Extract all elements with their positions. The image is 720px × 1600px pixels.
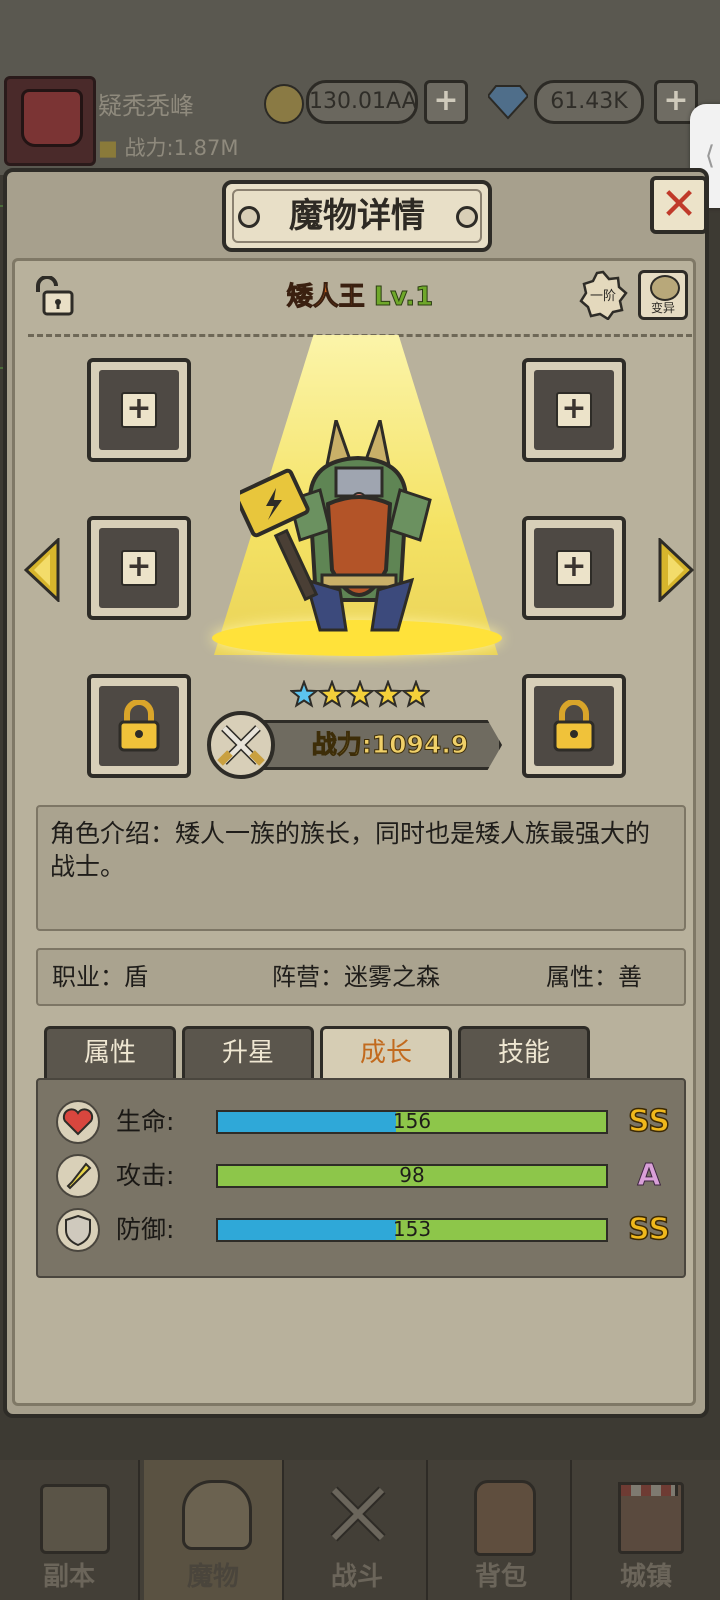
stat-value-atk: 98 — [399, 1163, 425, 1187]
avatar-portrait — [21, 89, 83, 147]
hero-power: 战力:1094.9 — [311, 730, 469, 760]
tab-attributes[interactable]: 属性 — [44, 1026, 176, 1078]
add-icon: + — [556, 392, 592, 428]
hero-info-row: 职业：盾 阵营：迷雾之森 属性：善 — [36, 948, 686, 1006]
star-icon — [344, 680, 376, 708]
tab-skills[interactable]: 技能 — [458, 1026, 590, 1078]
nav-label: 魔物 — [186, 1562, 239, 1592]
nav-backpack[interactable]: 背包 — [432, 1460, 572, 1600]
star-special-icon — [290, 680, 320, 708]
sword-icon — [56, 1154, 100, 1198]
nav-label: 背包 — [474, 1562, 527, 1592]
nav-monsters[interactable]: 魔物 — [144, 1460, 284, 1600]
dwarf-king-portrait — [240, 420, 432, 632]
hero-name: 矮人王 — [286, 282, 365, 313]
gem-icon — [488, 85, 528, 120]
horned-helmet-icon — [182, 1480, 252, 1550]
chevron-left-icon: ⟨ — [704, 141, 716, 171]
gold-coin-icon — [264, 84, 304, 124]
star-icon — [372, 680, 404, 708]
padlock-icon — [553, 700, 595, 752]
panel-title: 魔物详情 — [289, 196, 425, 236]
stat-grade-def: SS — [627, 1211, 670, 1248]
gem-amount: 61.43K — [534, 80, 644, 124]
shield-icon — [56, 1208, 100, 1252]
add-icon: + — [121, 392, 157, 428]
tab-growth[interactable]: 成长 — [320, 1026, 452, 1078]
hero-name-level: 矮人王 Lv.1 — [250, 276, 470, 316]
tier-badge[interactable]: 一阶 — [578, 270, 628, 321]
player-name: 疑秃秃峰 — [98, 92, 194, 120]
stat-grade-hp: SS — [627, 1103, 670, 1140]
add-gold-button[interactable]: + — [424, 80, 468, 124]
star-rating — [290, 680, 430, 708]
equip-slot-locked-1[interactable] — [87, 674, 191, 778]
padlock-icon — [118, 700, 160, 752]
star-icon — [400, 680, 430, 708]
nav-label: 城镇 — [619, 1562, 672, 1592]
unlock-icon[interactable] — [30, 276, 76, 316]
equip-slot-1[interactable]: + — [87, 358, 191, 462]
hero-faction: 阵营：迷雾之森 — [272, 963, 440, 991]
skull-icon — [650, 275, 680, 301]
equip-slot-3[interactable]: + — [87, 516, 191, 620]
screw-icon — [238, 206, 260, 228]
add-icon: + — [556, 550, 592, 586]
close-button[interactable]: ✕ — [650, 176, 708, 234]
stat-label-atk: 攻击: — [116, 1161, 175, 1190]
crossed-swords-icon — [207, 711, 275, 779]
nav-label: 战斗 — [330, 1562, 383, 1592]
crossed-swords-icon — [330, 1486, 386, 1542]
hero-level: Lv.1 — [373, 282, 434, 313]
hero-description: 角色介绍：矮人一族的族长，同时也是矮人族最强大的战士。 — [36, 805, 686, 931]
stat-label-def: 防御: — [116, 1215, 175, 1244]
next-arrow-icon[interactable] — [658, 538, 694, 602]
tab-star-up[interactable]: 升星 — [182, 1026, 314, 1078]
star-icon — [316, 680, 348, 708]
panel-title-plate: 魔物详情 — [222, 180, 492, 252]
awning-icon — [618, 1482, 678, 1496]
player-avatar[interactable] — [4, 76, 96, 166]
equip-slot-4[interactable]: + — [522, 516, 626, 620]
tier-label: 一阶 — [589, 289, 616, 304]
stat-value-def: 153 — [392, 1217, 432, 1241]
close-icon: ✕ — [660, 179, 698, 230]
stat-label-hp: 生命: — [116, 1107, 175, 1136]
screw-icon — [456, 206, 478, 228]
nav-label: 副本 — [42, 1562, 95, 1592]
map-scroll-icon — [40, 1484, 110, 1554]
mutate-button[interactable]: 变异 — [638, 270, 688, 320]
equip-slot-locked-2[interactable] — [522, 674, 626, 778]
mutate-label: 变异 — [650, 301, 675, 315]
stat-grade-atk: A — [637, 1158, 661, 1194]
equip-slot-2[interactable]: + — [522, 358, 626, 462]
nav-town[interactable]: 城镇 — [576, 1460, 716, 1600]
add-icon: + — [121, 550, 157, 586]
nav-dungeon[interactable]: 副本 — [0, 1460, 140, 1600]
player-power: ■ 战力:1.87M — [98, 136, 239, 160]
previous-arrow-icon[interactable] — [24, 538, 60, 602]
gold-amount: 130.01AA — [306, 80, 418, 124]
heart-icon — [56, 1100, 100, 1144]
stat-value-hp: 156 — [392, 1109, 432, 1133]
hero-profession: 职业：盾 — [52, 963, 148, 991]
backpack-icon — [474, 1480, 536, 1556]
hero-alignment: 属性：善 — [546, 963, 642, 991]
power-icon: ■ — [98, 136, 125, 160]
nav-battle[interactable]: 战斗 — [288, 1460, 428, 1600]
